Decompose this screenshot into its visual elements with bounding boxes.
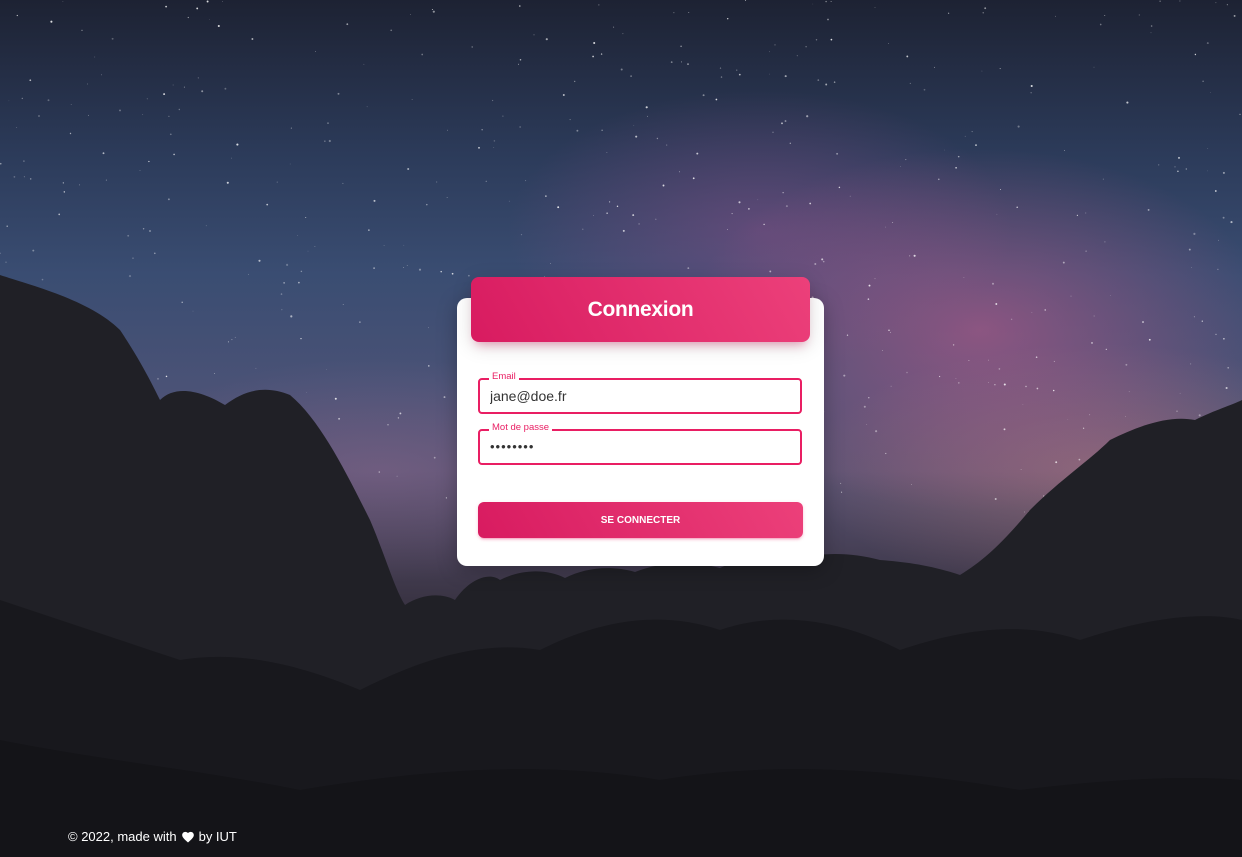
heart-icon <box>181 831 194 843</box>
footer: © 2022, made with by IUT <box>68 827 237 845</box>
email-input[interactable] <box>490 380 790 412</box>
footer-prefix: © 2022, made with <box>68 828 177 844</box>
footer-suffix: by IUT <box>198 828 237 844</box>
email-field[interactable]: Email <box>478 371 802 414</box>
password-input[interactable]: •••••••• <box>490 431 534 463</box>
login-title: Connexion <box>587 297 694 321</box>
login-card-header: Connexion <box>471 277 810 342</box>
login-button[interactable]: SE CONNECTER <box>478 502 803 538</box>
password-field[interactable]: Mot de passe •••••••• <box>478 422 802 465</box>
